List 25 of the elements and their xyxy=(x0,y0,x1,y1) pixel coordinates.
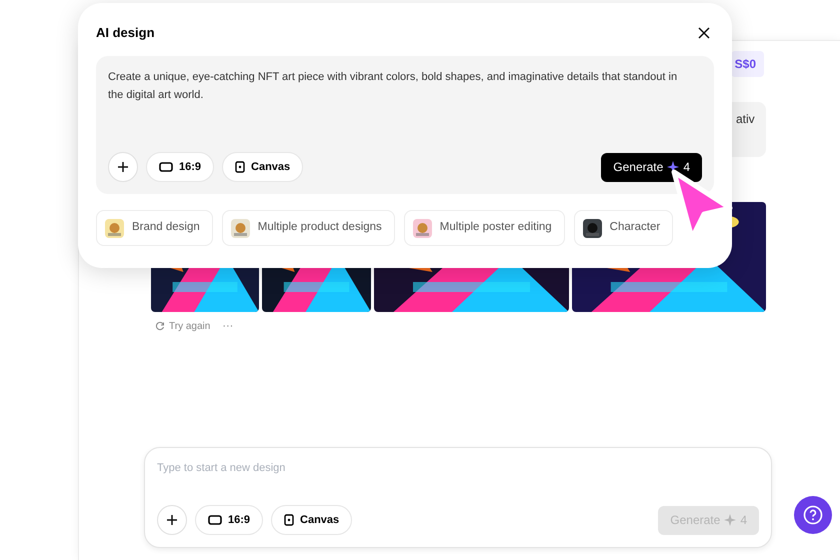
option-button[interactable]: 16:9 xyxy=(195,505,264,535)
generate-button[interactable]: Generate 4 xyxy=(601,152,702,182)
more-button[interactable]: ··· xyxy=(222,318,234,334)
add-button[interactable] xyxy=(157,505,187,535)
plus-icon xyxy=(117,161,129,173)
close-icon xyxy=(698,27,710,39)
sparkle-icon xyxy=(667,161,680,173)
suggestion-chip[interactable]: Multiple product designs xyxy=(222,210,395,246)
prompt-input[interactable]: Type to start a new design xyxy=(157,460,759,476)
plus-icon xyxy=(166,514,178,526)
phone-icon xyxy=(284,514,294,526)
try-again-button[interactable]: Try again xyxy=(155,318,210,334)
option-button[interactable]: Canvas xyxy=(222,152,304,182)
add-button[interactable] xyxy=(108,152,138,182)
phone-icon xyxy=(235,161,246,173)
prompt-text[interactable]: Create a unique, eye-catching NFT art piece with vibrant colors, bold shapes, and imaginative details that standout in the digital art world. xyxy=(108,68,702,104)
rectangle-icon xyxy=(159,162,173,172)
refresh-icon xyxy=(155,321,165,332)
option-button[interactable]: Canvas xyxy=(271,505,352,535)
sparkle-icon xyxy=(724,514,736,526)
dialog-title: AI design xyxy=(96,24,155,42)
option-button[interactable]: 16:9 xyxy=(146,152,214,182)
help-icon xyxy=(803,505,823,525)
rectangle-icon xyxy=(208,515,222,525)
credits-badge: S$0 xyxy=(730,51,764,77)
